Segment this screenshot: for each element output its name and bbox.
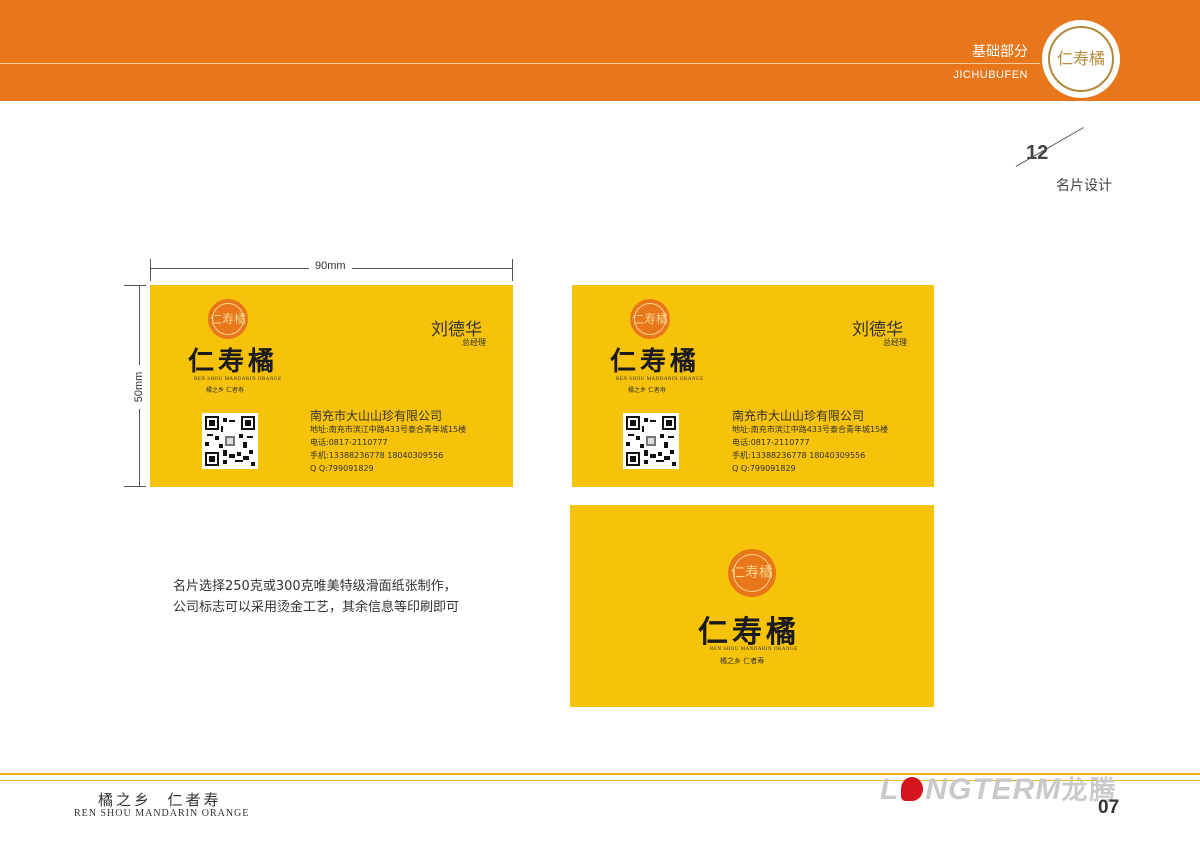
card-phone: 电话:0817-2110777: [310, 438, 388, 447]
brand-slogan: 橘之乡 仁者寿: [720, 657, 765, 665]
brand-logotype: 仁寿橘: [698, 615, 800, 650]
card-seal-logo: 仁寿橘: [208, 299, 248, 339]
card-role: 总经理: [883, 338, 907, 347]
width-dimension-label: 90mm: [309, 260, 352, 272]
page-number: 07: [1098, 797, 1120, 818]
brand-logotype: 仁寿橘: [188, 347, 279, 377]
card-seal-logo: 仁寿橘: [728, 549, 776, 597]
business-card-back: 仁寿橘 仁寿橘 REN SHOU MANDARIN ORANGE 橘之乡 仁者寿: [570, 505, 934, 707]
card-company: 南充市大山山珍有限公司: [732, 409, 865, 423]
header-title: 基础部分: [972, 44, 1028, 60]
brand-english: REN SHOU MANDARIN ORANGE: [194, 377, 282, 382]
logo-text-l: L: [880, 773, 900, 806]
dimension-tick: [124, 486, 146, 487]
brand-logotype: 仁寿橘: [610, 347, 701, 377]
card-phone: 电话:0817-2110777: [732, 438, 810, 447]
brand-slogan: 橘之乡 仁者寿: [628, 387, 666, 394]
card-company: 南充市大山山珍有限公司: [310, 409, 443, 423]
paper-description: 名片选择250克或300克唯美特级滑面纸张制作， 公司标志可以采用烫金工艺，其余…: [173, 576, 459, 618]
seal-glyph: 仁寿橘: [631, 312, 668, 326]
card-role: 总经理: [462, 338, 486, 347]
qr-code: [202, 413, 258, 469]
business-card-front-copy: 仁寿橘 仁寿橘 REN SHOU MANDARIN ORANGE 橘之乡 仁者寿…: [572, 285, 934, 487]
qr-code-graphic: [626, 416, 676, 466]
card-address: 地址:南充市滨江中路433号泰合青年城15楼: [732, 425, 889, 434]
section-label: 名片设计: [1056, 178, 1112, 194]
brand-english: REN SHOU MANDARIN ORANGE: [616, 377, 704, 382]
card-mobile: 手机:13388236778 18040309556: [310, 451, 444, 460]
description-line-1: 名片选择250克或300克唯美特级滑面纸张制作，: [173, 579, 457, 594]
card-qq: Q Q:799091829: [732, 464, 796, 473]
card-qq: Q Q:799091829: [310, 464, 374, 473]
business-card-front: 仁寿橘 仁寿橘 REN SHOU MANDARIN ORANGE 橘之乡 仁者寿…: [150, 285, 513, 487]
header-seal-logo: 仁寿橘: [1042, 20, 1120, 98]
header-divider: [0, 63, 1040, 64]
footer-slogan: 橘之乡 仁者寿: [98, 791, 222, 809]
qr-code: [623, 413, 679, 469]
longterm-logo: L NGTERM龙腾: [880, 770, 1117, 807]
height-dimension-label: 50mm: [131, 365, 147, 409]
dimension-tick: [124, 285, 146, 286]
seal-glyph: 仁寿橘: [731, 565, 773, 581]
logo-o-icon: [901, 777, 924, 801]
header-bar: 基础部分 JICHUBUFEN 仁寿橘: [0, 0, 1200, 101]
description-line-2: 公司标志可以采用烫金工艺，其余信息等印刷即可: [173, 600, 460, 615]
logo-text-ngterm: NGTERM: [925, 773, 1062, 806]
dimension-tick: [512, 259, 513, 281]
brand-slogan: 橘之乡 仁者寿: [206, 387, 244, 394]
brand-english: REN SHOU MANDARIN ORANGE: [710, 647, 798, 652]
header-subtitle: JICHUBUFEN: [953, 69, 1028, 81]
card-address: 地址:南充市滨江中路433号泰合青年城15楼: [310, 425, 467, 434]
seal-glyph: 仁寿橘: [209, 312, 246, 326]
seal-glyph: 仁寿橘: [1056, 49, 1105, 68]
card-seal-logo: 仁寿橘: [630, 299, 670, 339]
footer-slogan-english: REN SHOU MANDARIN ORANGE: [74, 808, 250, 819]
qr-code-graphic: [205, 416, 255, 466]
card-mobile: 手机:13388236778 18040309556: [732, 451, 866, 460]
dimension-tick: [150, 259, 151, 281]
